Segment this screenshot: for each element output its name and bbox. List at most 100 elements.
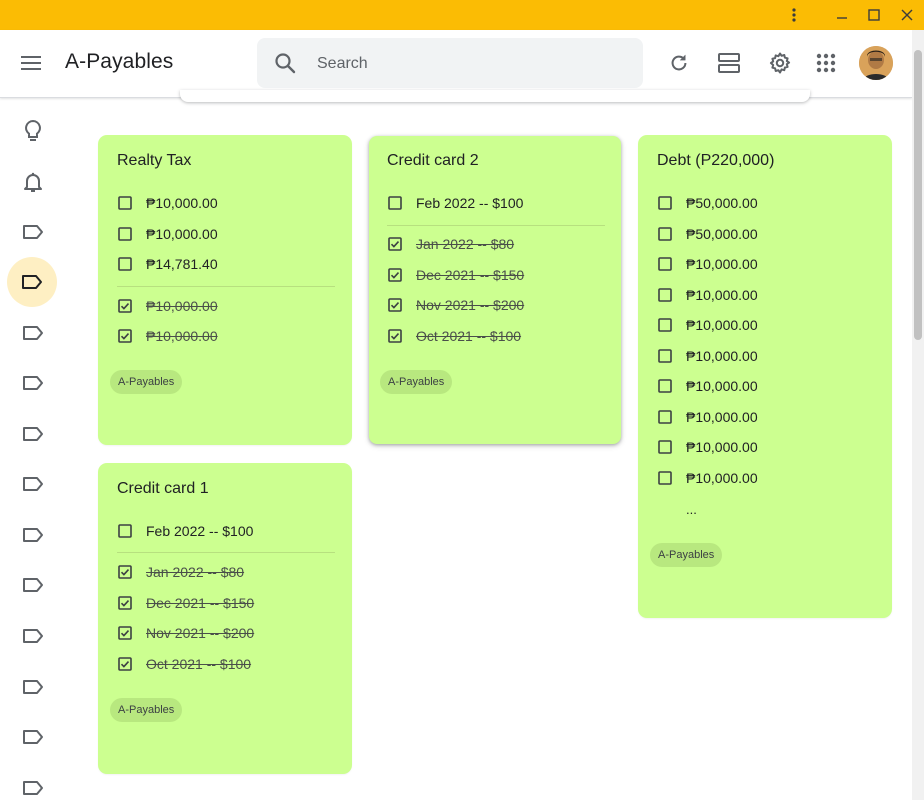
- divider: [117, 286, 335, 287]
- sidebar-item-label[interactable]: [8, 614, 58, 658]
- list-item: ₱50,000.00: [658, 193, 758, 213]
- list-item-completed: Dec 2021 -- $150: [118, 593, 254, 613]
- label-icon: [23, 225, 43, 239]
- list-item: ₱10,000.00: [658, 254, 758, 274]
- checkbox-unchecked-icon[interactable]: [658, 471, 672, 485]
- checkbox-unchecked-icon[interactable]: [658, 288, 672, 302]
- list-item-completed: Oct 2021 -- $100: [118, 654, 251, 674]
- checkbox-checked-icon[interactable]: [118, 626, 132, 640]
- list-view-button[interactable]: [706, 40, 752, 86]
- list-item-completed: Dec 2021 -- $150: [388, 265, 524, 285]
- checkbox-checked-icon[interactable]: [118, 565, 132, 579]
- more-items-indicator: ...: [686, 502, 697, 517]
- more-vert-icon[interactable]: [779, 0, 809, 30]
- checkbox-checked-icon[interactable]: [388, 237, 402, 251]
- checkbox-unchecked-icon[interactable]: [388, 196, 402, 210]
- sidebar-item-label[interactable]: [8, 715, 58, 759]
- search-icon[interactable]: [273, 51, 297, 80]
- list-item: ₱10,000.00: [658, 468, 758, 488]
- apps-grid-icon: [816, 53, 836, 73]
- close-icon[interactable]: [892, 0, 922, 30]
- checkbox-checked-icon[interactable]: [118, 657, 132, 671]
- checkbox-unchecked-icon[interactable]: [658, 379, 672, 393]
- refresh-button[interactable]: [656, 40, 702, 86]
- settings-button[interactable]: [757, 40, 803, 86]
- label-icon: [23, 427, 43, 441]
- checkbox-checked-icon[interactable]: [388, 329, 402, 343]
- label-icon: [23, 528, 43, 542]
- label-chip[interactable]: A-Payables: [650, 543, 723, 567]
- list-view-icon: [718, 53, 740, 73]
- list-item-text: ₱10,000.00: [146, 195, 218, 211]
- sidebar-item-reminders[interactable]: [8, 160, 58, 204]
- sidebar-item-label[interactable]: [8, 563, 58, 607]
- main-menu-button[interactable]: [8, 40, 54, 86]
- list-item: Feb 2022 -- $100: [118, 521, 253, 541]
- list-item-text: ₱10,000.00: [146, 328, 218, 344]
- list-item-completed: ₱10,000.00: [118, 326, 218, 346]
- divider: [387, 225, 605, 226]
- checkbox-unchecked-icon[interactable]: [118, 257, 132, 271]
- hamburger-icon: [21, 56, 41, 70]
- take-note-panel[interactable]: [180, 90, 810, 102]
- label-icon: [23, 629, 43, 643]
- checkbox-unchecked-icon[interactable]: [658, 257, 672, 271]
- list-item: ₱10,000.00: [118, 193, 218, 213]
- sidebar-item-label[interactable]: [8, 513, 58, 557]
- checkbox-unchecked-icon[interactable]: [658, 318, 672, 332]
- sidebar-item-label[interactable]: [8, 361, 58, 405]
- checkbox-unchecked-icon[interactable]: [658, 410, 672, 424]
- list-item-completed: Nov 2021 -- $200: [388, 295, 524, 315]
- maximize-icon[interactable]: [859, 0, 889, 30]
- lightbulb-icon: [25, 119, 41, 141]
- checkbox-unchecked-icon[interactable]: [118, 196, 132, 210]
- list-item: ₱10,000.00: [658, 315, 758, 335]
- checkbox-checked-icon[interactable]: [118, 596, 132, 610]
- checkbox-unchecked-icon[interactable]: [118, 227, 132, 241]
- checkbox-checked-icon[interactable]: [388, 298, 402, 312]
- sidebar-item-label[interactable]: [8, 210, 58, 254]
- sidebar-item-label[interactable]: [8, 462, 58, 506]
- list-item-text: ₱10,000.00: [146, 298, 218, 314]
- bell-icon: [24, 172, 42, 192]
- checkbox-unchecked-icon[interactable]: [658, 196, 672, 210]
- note-card[interactable]: Credit card 2 Feb 2022 -- $100 Jan 2022 …: [369, 136, 621, 444]
- checkbox-checked-icon[interactable]: [118, 329, 132, 343]
- checkbox-checked-icon[interactable]: [388, 268, 402, 282]
- apps-button[interactable]: [803, 40, 849, 86]
- sidebar-item-notes[interactable]: [8, 109, 58, 153]
- list-item: ₱10,000.00: [658, 346, 758, 366]
- list-item-text: ₱14,781.40: [146, 256, 218, 272]
- list-item-text: ₱10,000.00: [686, 256, 758, 272]
- minimize-icon[interactable]: [827, 0, 857, 30]
- list-item: Feb 2022 -- $100: [388, 193, 523, 213]
- note-card[interactable]: Realty Tax ₱10,000.00 ₱10,000.00 ₱14,781…: [99, 136, 351, 444]
- sidebar-item-label-a-payables[interactable]: [7, 257, 57, 307]
- label-chip[interactable]: A-Payables: [110, 370, 183, 394]
- list-item-text: Dec 2021 -- $150: [146, 595, 255, 611]
- avatar[interactable]: [859, 46, 893, 80]
- scrollbar-thumb[interactable]: [914, 50, 922, 340]
- sidebar-item-label[interactable]: [8, 412, 58, 456]
- note-card[interactable]: Credit card 1 Feb 2022 -- $100 Jan 2022 …: [99, 464, 351, 773]
- search-bar[interactable]: [257, 38, 643, 90]
- checkbox-unchecked-icon[interactable]: [658, 349, 672, 363]
- search-input[interactable]: [315, 38, 629, 90]
- list-item-text: ₱10,000.00: [686, 378, 758, 394]
- sidebar-item-label[interactable]: [8, 766, 58, 810]
- note-title: Credit card 2: [387, 152, 479, 169]
- sidebar-item-label[interactable]: [8, 311, 58, 355]
- label-chip[interactable]: A-Payables: [380, 370, 453, 394]
- checkbox-unchecked-icon[interactable]: [658, 440, 672, 454]
- checkbox-unchecked-icon[interactable]: [118, 524, 132, 538]
- list-item-text: ₱10,000.00: [686, 439, 758, 455]
- checkbox-unchecked-icon[interactable]: [658, 227, 672, 241]
- sidebar-item-label[interactable]: [8, 665, 58, 709]
- label-icon: [23, 730, 43, 744]
- note-title: Debt (P220,000): [657, 152, 775, 169]
- label-chip[interactable]: A-Payables: [110, 698, 183, 722]
- checkbox-checked-icon[interactable]: [118, 299, 132, 313]
- note-card[interactable]: Debt (P220,000) ₱50,000.00 ₱50,000.00 ₱1…: [639, 136, 891, 617]
- window-titlebar: [0, 0, 924, 30]
- list-item-text: Jan 2022 -- $80: [146, 564, 245, 580]
